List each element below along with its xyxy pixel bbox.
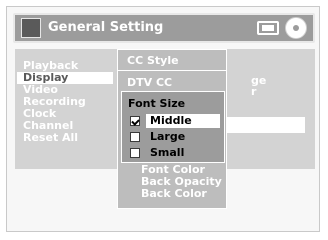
font-size-popup: Font Size Middle Large Small: [121, 91, 225, 163]
window-title: General Setting: [48, 20, 164, 35]
title-bar: General Setting: [13, 13, 315, 43]
menu-item-reset-all[interactable]: Reset All: [23, 132, 119, 144]
hidden-menu-text-2: r: [251, 85, 257, 98]
font-size-option-middle[interactable]: Middle: [122, 114, 224, 128]
divider: [118, 70, 226, 71]
screen: General Setting ge r Playback Display Vi…: [6, 6, 320, 232]
font-size-label-small: Small: [150, 146, 185, 159]
left-menu: Playback Display Video Recording Clock C…: [17, 60, 119, 144]
arrow-right-icon[interactable]: [280, 119, 290, 133]
checkbox-checked[interactable]: [130, 116, 140, 126]
cc-style-title: CC Style: [127, 54, 179, 67]
font-size-option-small[interactable]: Small: [122, 146, 224, 160]
disc-icon: [285, 17, 307, 39]
font-size-label-middle: Middle: [150, 114, 192, 127]
checkbox-unchecked[interactable]: [130, 132, 140, 142]
right-selection-highlight: [225, 117, 305, 133]
tv-icon: [257, 21, 279, 35]
menu-item-back-color[interactable]: Back Color: [141, 187, 207, 200]
wrench-icon: [21, 18, 41, 38]
checkbox-unchecked[interactable]: [130, 148, 140, 158]
font-size-label-large: Large: [150, 130, 186, 143]
font-size-option-large[interactable]: Large: [122, 130, 224, 144]
menu-item-dtv-cc[interactable]: DTV CC: [127, 76, 172, 89]
font-size-title: Font Size: [128, 97, 186, 110]
